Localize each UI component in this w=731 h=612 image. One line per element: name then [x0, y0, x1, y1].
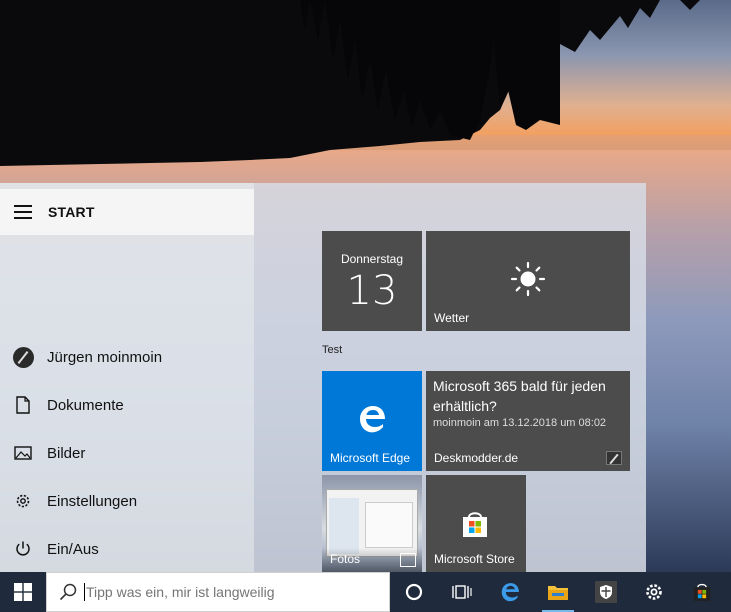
nav-label-pictures: Bilder — [47, 444, 86, 462]
nav-label-power: Ein/Aus — [47, 540, 99, 558]
sun-icon — [510, 261, 546, 297]
news-meta: moinmoin am 13.12.2018 um 08:02 — [433, 417, 607, 429]
user-avatar-icon — [12, 346, 34, 368]
edge-icon — [501, 583, 519, 602]
gear-icon — [12, 490, 34, 512]
task-view-icon — [452, 585, 472, 599]
store-tile[interactable]: Microsoft Store — [426, 475, 526, 572]
search-input[interactable] — [86, 584, 376, 600]
start-header: START — [0, 189, 254, 235]
news-tile[interactable]: Microsoft 365 bald für jeden erhältlich?… — [426, 371, 630, 471]
edge-icon — [360, 406, 385, 433]
weather-label: Wetter — [434, 311, 470, 325]
nav-item-user[interactable]: Jürgen moinmoin — [0, 333, 254, 381]
start-button[interactable] — [0, 572, 46, 612]
start-nav: Jürgen moinmoin Dokumente Bilder Einstel… — [0, 333, 254, 573]
defender-icon — [595, 581, 617, 603]
search-icon — [58, 582, 78, 602]
hamburger-menu-icon[interactable] — [14, 205, 34, 219]
news-app-badge-icon — [606, 451, 622, 465]
start-title: START — [48, 204, 95, 220]
store-icon — [693, 583, 711, 601]
cortana-button[interactable] — [390, 572, 438, 612]
start-left-pane: START Jürgen moinmoin Dokumente Bilder E… — [0, 183, 254, 572]
photos-tile[interactable]: Fotos — [322, 475, 422, 572]
store-label: Microsoft Store — [434, 552, 515, 566]
photos-label: Fotos — [330, 552, 361, 566]
nav-label-documents: Dokumente — [47, 396, 124, 414]
document-icon — [12, 394, 34, 416]
taskbar-store-button[interactable] — [678, 572, 726, 612]
power-icon — [12, 538, 34, 560]
store-icon — [463, 512, 487, 537]
calendar-day: Donnerstag — [340, 252, 404, 266]
edge-label: Microsoft Edge — [330, 451, 411, 465]
photos-badge-icon — [400, 553, 416, 567]
taskbar-settings-button[interactable] — [630, 572, 678, 612]
pictures-icon — [12, 442, 34, 464]
weather-tile[interactable]: Wetter — [426, 231, 630, 331]
nav-item-pictures[interactable]: Bilder — [0, 429, 254, 477]
taskbar — [0, 572, 731, 612]
windows-logo-icon — [14, 583, 32, 601]
photos-screenshot-preview — [326, 489, 418, 557]
nav-label-settings: Einstellungen — [47, 492, 138, 510]
tile-group-label[interactable]: Test — [322, 344, 342, 356]
calendar-tile[interactable]: Donnerstag 13 — [322, 231, 422, 331]
task-view-button[interactable] — [438, 572, 486, 612]
calendar-date: 13 — [346, 268, 398, 314]
taskbar-explorer-button[interactable] — [534, 572, 582, 612]
nav-item-power[interactable]: Ein/Aus — [0, 525, 254, 573]
wallpaper-treeline — [0, 0, 731, 166]
text-caret — [84, 583, 85, 601]
taskbar-edge-button[interactable] — [486, 572, 534, 612]
news-headline: Microsoft 365 bald für jeden erhältlich? — [433, 378, 606, 414]
cortana-icon — [405, 583, 423, 601]
taskbar-search-box[interactable] — [46, 572, 390, 612]
nav-item-settings[interactable]: Einstellungen — [0, 477, 254, 525]
nav-item-documents[interactable]: Dokumente — [0, 381, 254, 429]
file-explorer-icon — [548, 586, 568, 600]
edge-tile[interactable]: Microsoft Edge — [322, 371, 422, 471]
news-source: Deskmodder.de — [434, 451, 519, 465]
settings-icon — [646, 584, 662, 600]
nav-label-user: Jürgen moinmoin — [47, 348, 163, 366]
taskbar-defender-button[interactable] — [582, 572, 630, 612]
